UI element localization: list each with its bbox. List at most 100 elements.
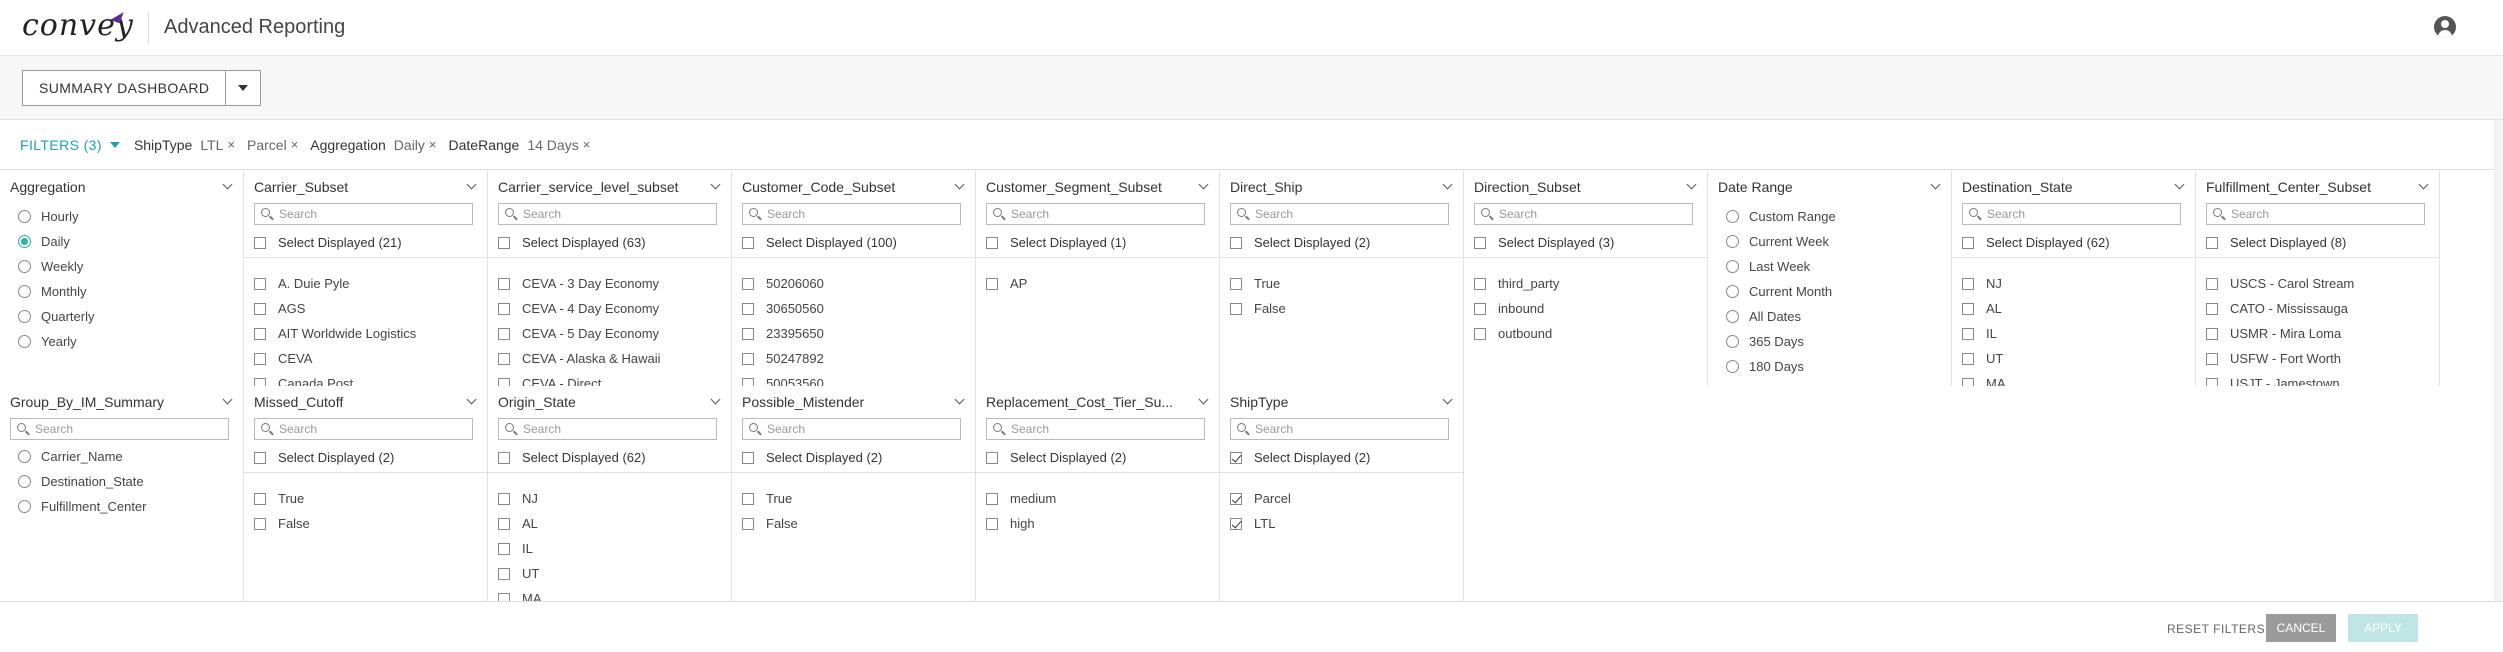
checkbox-option[interactable]: True xyxy=(742,486,798,511)
filters-toggle[interactable]: FILTERS (3) xyxy=(20,137,102,153)
checkbox[interactable] xyxy=(254,277,266,290)
radio-button[interactable] xyxy=(18,500,31,513)
checkbox-option[interactable]: False xyxy=(1230,296,1286,321)
chevron-down-icon[interactable] xyxy=(2174,179,2185,190)
checkbox-option[interactable]: UT xyxy=(1962,346,2006,371)
chevron-down-icon[interactable] xyxy=(1198,394,1209,405)
cancel-button[interactable]: CANCEL xyxy=(2266,614,2336,642)
checkbox[interactable] xyxy=(742,492,754,505)
user-circle-icon[interactable] xyxy=(2434,16,2456,38)
chevron-down-icon[interactable] xyxy=(2418,179,2429,190)
radio-button[interactable] xyxy=(18,335,31,348)
checkbox-option[interactable]: 50247892 xyxy=(742,346,824,371)
chevron-down-icon[interactable] xyxy=(1442,394,1453,405)
radio-button[interactable] xyxy=(1726,310,1739,323)
checkbox[interactable] xyxy=(1962,327,1974,340)
search-input[interactable] xyxy=(1011,421,1201,437)
checkbox[interactable] xyxy=(498,542,510,555)
remove-chip-icon[interactable]: × xyxy=(583,137,591,152)
checkbox-option[interactable]: Parcel xyxy=(1230,486,1291,511)
checkbox[interactable] xyxy=(1962,377,1974,386)
checkbox[interactable] xyxy=(498,327,510,340)
checkbox[interactable] xyxy=(742,451,754,464)
radio-button[interactable] xyxy=(1726,285,1739,298)
search-input[interactable] xyxy=(767,421,957,437)
radio-option[interactable]: Last Week xyxy=(1726,254,1836,279)
radio-option[interactable]: Fulfillment_Center xyxy=(18,494,147,519)
dashboard-dropdown-button[interactable] xyxy=(226,71,260,105)
checkbox[interactable] xyxy=(1962,352,1974,365)
checkbox[interactable] xyxy=(1962,236,1974,249)
radio-option[interactable]: Monthly xyxy=(18,279,94,304)
checkbox[interactable] xyxy=(2206,327,2218,340)
select-displayed-checkbox[interactable]: Select Displayed (2) xyxy=(742,450,882,465)
checkbox[interactable] xyxy=(742,517,754,530)
radio-button[interactable] xyxy=(1726,335,1739,348)
checkbox-option[interactable]: Canada Post xyxy=(254,371,416,386)
checkbox[interactable] xyxy=(986,517,998,530)
checkbox-option[interactable]: CATO - Mississauga xyxy=(2206,296,2354,321)
chevron-down-icon[interactable] xyxy=(222,179,233,190)
chevron-down-icon[interactable] xyxy=(1686,179,1697,190)
select-displayed-checkbox[interactable]: Select Displayed (8) xyxy=(2206,235,2346,250)
apply-button[interactable]: APPLY xyxy=(2348,614,2418,642)
checkbox[interactable] xyxy=(498,492,510,505)
chevron-down-icon[interactable] xyxy=(954,179,965,190)
reset-filters-button[interactable]: RESET FILTERS xyxy=(2167,622,2265,636)
checkbox[interactable] xyxy=(986,236,998,249)
search-input[interactable] xyxy=(279,421,469,437)
search-input[interactable] xyxy=(1255,206,1445,222)
checkbox[interactable] xyxy=(742,277,754,290)
radio-button[interactable] xyxy=(18,475,31,488)
checkbox-option[interactable]: False xyxy=(742,511,798,536)
checkbox-option[interactable]: 50053560 xyxy=(742,371,824,386)
checkbox[interactable] xyxy=(1230,277,1242,290)
chevron-down-icon[interactable] xyxy=(710,394,721,405)
chevron-down-icon[interactable] xyxy=(954,394,965,405)
filters-caret-icon[interactable] xyxy=(109,141,120,148)
checkbox[interactable] xyxy=(986,451,998,464)
radio-option[interactable]: Carrier_Name xyxy=(18,444,147,469)
checkbox[interactable] xyxy=(742,352,754,365)
checkbox[interactable] xyxy=(254,492,266,505)
search-input[interactable] xyxy=(1011,206,1201,222)
checkbox[interactable] xyxy=(498,277,510,290)
checkbox-option[interactable]: AL xyxy=(498,511,542,536)
checkbox[interactable] xyxy=(1962,302,1974,315)
chevron-down-icon[interactable] xyxy=(710,179,721,190)
radio-option[interactable]: 180 Days xyxy=(1726,354,1836,379)
radio-option[interactable]: Current Week xyxy=(1726,229,1836,254)
select-displayed-checkbox[interactable]: Select Displayed (63) xyxy=(498,235,646,250)
select-displayed-checkbox[interactable]: Select Displayed (2) xyxy=(254,450,394,465)
checkbox[interactable] xyxy=(1230,492,1242,505)
checkbox[interactable] xyxy=(742,302,754,315)
checkbox[interactable] xyxy=(254,377,266,386)
radio-option[interactable]: Daily xyxy=(18,229,94,254)
checkbox-option[interactable]: CEVA - 4 Day Economy xyxy=(498,296,660,321)
checkbox[interactable] xyxy=(742,236,754,249)
radio-button[interactable] xyxy=(18,235,31,248)
checkbox[interactable] xyxy=(2206,377,2218,386)
checkbox[interactable] xyxy=(2206,302,2218,315)
radio-button[interactable] xyxy=(18,210,31,223)
checkbox-option[interactable]: USMR - Mira Loma xyxy=(2206,321,2354,346)
checkbox-option[interactable]: CEVA - 5 Day Economy xyxy=(498,321,660,346)
checkbox-option[interactable]: USFW - Fort Worth xyxy=(2206,346,2354,371)
remove-chip-icon[interactable]: × xyxy=(429,137,437,152)
radio-option[interactable]: Weekly xyxy=(18,254,94,279)
search-input[interactable] xyxy=(1987,206,2177,222)
search-input[interactable] xyxy=(1255,421,1445,437)
checkbox-option[interactable]: medium xyxy=(986,486,1056,511)
checkbox-option[interactable]: CEVA - Direct xyxy=(498,371,660,386)
checkbox[interactable] xyxy=(498,302,510,315)
checkbox[interactable] xyxy=(1230,517,1242,530)
checkbox[interactable] xyxy=(498,377,510,386)
select-displayed-checkbox[interactable]: Select Displayed (3) xyxy=(1474,235,1614,250)
checkbox[interactable] xyxy=(498,567,510,580)
checkbox[interactable] xyxy=(254,236,266,249)
radio-option[interactable]: Yearly xyxy=(18,329,94,354)
checkbox-option[interactable]: AL xyxy=(1962,296,2006,321)
select-displayed-checkbox[interactable]: Select Displayed (100) xyxy=(742,235,897,250)
checkbox[interactable] xyxy=(1474,277,1486,290)
checkbox[interactable] xyxy=(254,327,266,340)
